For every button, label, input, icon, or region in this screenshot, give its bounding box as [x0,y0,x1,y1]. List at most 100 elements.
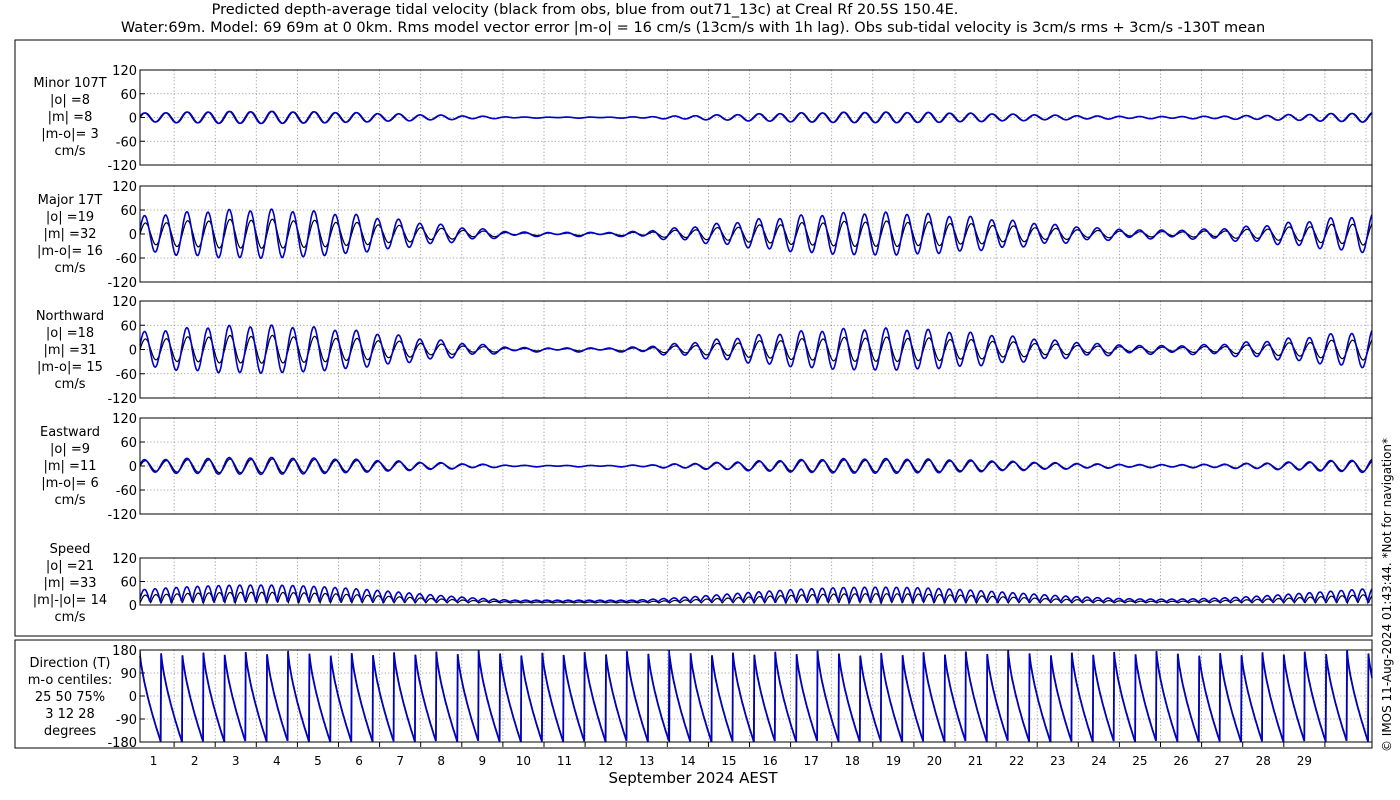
lower-frame [14,639,1373,749]
x-tick-label: 29 [1297,754,1312,768]
upper-frame [14,39,1373,637]
x-tick-label: 17 [804,754,819,768]
y-tick-label: 60 [120,436,137,451]
y-tick-label: 60 [120,204,137,219]
y-tick-label: -90 [116,713,137,728]
x-axis-label: September 2024 AEST [608,769,778,787]
panel-label-line: |o| =8 [50,93,90,108]
figure-title-line2: Water:69m. Model: 69 69m at 0 0km. Rms m… [121,20,1265,36]
x-tick-label: 7 [396,754,404,768]
panel-label-line: cm/s [55,377,86,392]
y-tick-label: -180 [107,736,137,751]
panel-label-line: Direction (T) [30,656,111,671]
y-tick-label: 90 [120,667,137,682]
y-tick-label: 120 [112,412,137,427]
x-tick-label: 28 [1256,754,1271,768]
panel-label-line: cm/s [55,610,86,625]
x-tick-label: 12 [598,754,613,768]
y-tick-label: -60 [116,252,137,267]
y-tick-label: -60 [116,484,137,499]
panel-label-line: |m-o|= 15 [37,360,103,375]
panel-label-line: |m| =8 [48,110,93,125]
y-tick-label: 120 [112,64,137,79]
y-tick-label: 120 [112,552,137,567]
panel-label-line: |o| =19 [46,210,94,225]
panel-label-line: |o| =9 [50,442,90,457]
x-tick-label: 6 [355,754,363,768]
x-tick-label: 3 [232,754,240,768]
x-tick-label: 22 [1009,754,1024,768]
x-tick-label: 5 [314,754,322,768]
panel-label-line: degrees [44,724,97,739]
x-tick-label: 13 [639,754,654,768]
x-tick-label: 11 [557,754,572,768]
y-tick-label: -60 [116,135,137,150]
panel-label-line: |m| =33 [44,576,97,591]
y-tick-label: 60 [120,576,137,591]
panel-label-line: 25 50 75% [35,690,105,705]
panel-label-line: cm/s [55,493,86,508]
x-tick-label: 10 [516,754,531,768]
x-tick-label: 20 [927,754,942,768]
panel-label-line: Speed [50,542,91,557]
figure-title-line1: Predicted depth-average tidal velocity (… [212,2,959,18]
panel-label-line: |m| =32 [44,227,97,242]
y-tick-label: 0 [129,112,137,127]
x-tick-label: 14 [680,754,695,768]
x-tick-label: 21 [968,754,983,768]
x-tick-label: 26 [1173,754,1188,768]
y-tick-label: 0 [129,460,137,475]
y-tick-label: -120 [107,159,137,174]
panel-north: 120 60 0 -60 -120 Northward |o| =18 |m| =31 |m-o… [36,295,1373,407]
plot-panels: 120 60 0 -60 -120 Minor 107T |o| =8 |m| =8 |m-o|… [14,39,1373,751]
y-tick-label: 0 [129,599,137,614]
x-tick-label: 1 [150,754,158,768]
panel-label-line: 3 12 28 [45,707,95,722]
panel-label-line: m-o centiles: [28,673,113,688]
panel-label-line: |m-o|= 3 [41,127,99,142]
x-tick-label: 18 [845,754,860,768]
x-tick-label: 9 [479,754,487,768]
y-tick-label: -120 [107,508,137,523]
y-tick-label: 0 [129,344,137,359]
panel-label-line: Northward [36,309,104,324]
panel-major: 120 60 0 -60 -120 Major 17T |o| =19 |m| =32 |m-o… [37,180,1373,291]
panel-label-line: |m| =11 [44,459,97,474]
panel-label-line: Minor 107T [33,76,106,91]
y-tick-label: 60 [120,319,137,334]
x-tick-label: 24 [1091,754,1106,768]
watermark-text: © IMOS 11-Aug-2024 01:43:44. *Not for na… [1380,438,1394,752]
x-tick-label: 4 [273,754,281,768]
y-tick-label: 60 [120,88,137,103]
x-tick-label: 25 [1132,754,1147,768]
panel-label-line: cm/s [55,144,86,159]
panel-label-line: |o| =21 [46,559,94,574]
y-tick-label: -60 [116,368,137,383]
panel-label-line: Major 17T [38,193,103,208]
panel-label-line: |m| =31 [44,343,97,358]
y-tick-label: 0 [129,228,137,243]
y-tick-label: 180 [112,644,137,659]
y-tick-label: -120 [107,276,137,291]
y-tick-label: 120 [112,295,137,310]
panel-label-line: cm/s [55,261,86,276]
panel-label-line: |o| =18 [46,326,94,341]
panel-speed: 120 60 0 Speed |o| =21 |m| =33 |m|-|o|= 14 cm/s [33,542,1373,625]
y-tick-label: -120 [107,392,137,407]
x-tick-label: 27 [1215,754,1230,768]
panel-label-line: |m|-|o|= 14 [33,593,107,608]
panel-minor: 120 60 0 -60 -120 Minor 107T |o| =8 |m| =8 |m-o|… [33,64,1373,174]
x-tick-label: 8 [437,754,445,768]
x-tick-label: 19 [886,754,901,768]
y-tick-label: 0 [129,690,137,705]
panel-label-line: |m-o|= 6 [41,476,99,491]
panel-dir: 180 90 0 -90 -180 Direction (T) m-o centiles: 2… [28,644,1373,751]
x-axis-ticks: 1 2 3 4 5 6 7 8 9 10 11 12 13 14 15 16 17 18 19 20 21 22 23 24 2… [150,742,1326,768]
panel-east: 120 60 0 -60 -120 Eastward |o| =9 |m| =11 |m-o|=… [40,412,1373,523]
panel-label-line: Eastward [40,425,100,440]
x-tick-label: 23 [1050,754,1065,768]
y-tick-label: 120 [112,180,137,195]
tidal-velocity-figure: Predicted depth-average tidal velocity (… [14,2,1394,787]
panel-label-line: |m-o|= 16 [37,244,103,259]
x-tick-label: 2 [191,754,199,768]
